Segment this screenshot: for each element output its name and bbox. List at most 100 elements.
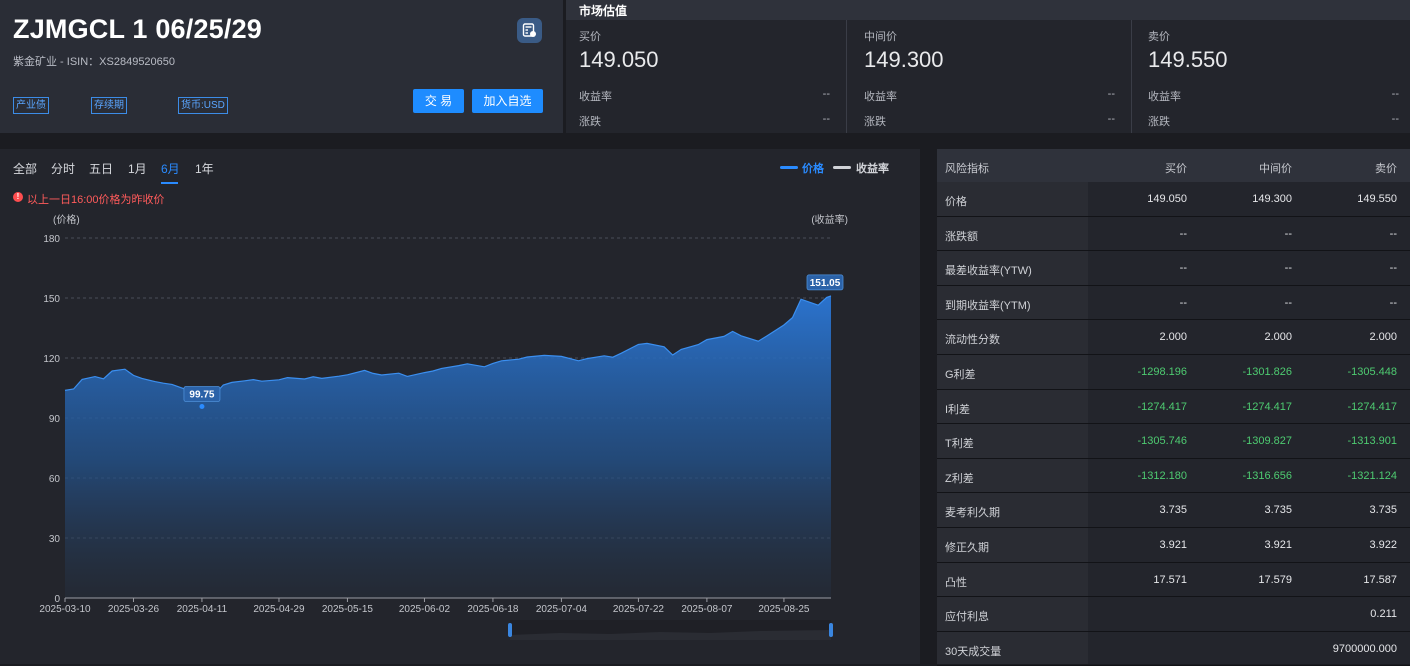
x-tick-label: 2025-06-18 bbox=[467, 604, 519, 615]
risk-ask-value: 9700000.000 bbox=[1332, 642, 1397, 655]
y-tick-label: 60 bbox=[49, 474, 61, 485]
market-valuation-title: 市场估值 bbox=[579, 4, 628, 18]
ask-change-value: -- bbox=[1391, 113, 1399, 125]
ask-price: 149.550 bbox=[1148, 47, 1228, 72]
risk-ask-value: 3.922 bbox=[1369, 539, 1397, 551]
mid-yield-label: 收益率 bbox=[864, 91, 897, 103]
bond-title: ZJMGCL 1 06/25/29 bbox=[13, 14, 263, 44]
ask-yield-value: -- bbox=[1391, 88, 1399, 100]
price-area bbox=[65, 295, 831, 598]
x-tick-label: 2025-04-29 bbox=[253, 604, 305, 615]
add-watchlist-button[interactable]: 加入自选 bbox=[472, 89, 543, 113]
risk-ask-value: -- bbox=[1389, 227, 1397, 240]
price-chart: (价格) (收益率) 0306090120150180 2025-03-10 20… bbox=[39, 213, 848, 640]
y-tick-label: 120 bbox=[43, 354, 60, 365]
ask-change-label: 涨跌 bbox=[1148, 116, 1170, 128]
risk-bid-value: -1274.417 bbox=[1137, 400, 1187, 413]
bid-yield-label: 收益率 bbox=[579, 91, 612, 103]
y-tick-label: 180 bbox=[43, 234, 60, 245]
risk-ask-value: -- bbox=[1389, 262, 1397, 275]
risk-bid-value: -1312.180 bbox=[1137, 469, 1187, 482]
tag-industry-bond[interactable]: 产业债 bbox=[13, 97, 49, 114]
legend-yield[interactable]: 收益率 bbox=[856, 160, 889, 176]
ask-yield-label: 收益率 bbox=[1148, 91, 1181, 103]
tab-6m[interactable]: 6月 bbox=[161, 160, 180, 177]
risk-ask-value: -- bbox=[1389, 296, 1397, 309]
bid-price: 149.050 bbox=[579, 47, 659, 72]
risk-ask-value: -1321.124 bbox=[1347, 469, 1397, 482]
tab-all[interactable]: 全部 bbox=[13, 160, 37, 177]
tab-1y[interactable]: 1年 bbox=[195, 160, 214, 177]
risk-ask-value: -1313.901 bbox=[1347, 435, 1397, 448]
market-valuation-header bbox=[566, 0, 1410, 20]
risk-mid-value: 3.921 bbox=[1264, 539, 1292, 551]
risk-header-mid: 中间价 bbox=[1259, 163, 1292, 175]
risk-ask-value: -1274.417 bbox=[1347, 400, 1397, 413]
legend-price[interactable]: 价格 bbox=[802, 160, 824, 176]
bid-label: 买价 bbox=[579, 31, 601, 43]
risk-mid-value: 149.300 bbox=[1252, 193, 1292, 205]
risk-row-label: 麦考利久期 bbox=[945, 507, 1000, 520]
risk-row-label: 价格 bbox=[945, 196, 967, 208]
risk-ask-value: -1305.448 bbox=[1347, 366, 1397, 378]
zoom-handle-left[interactable] bbox=[508, 623, 512, 637]
mid-column: 中间价 149.300 收益率 -- 涨跌 -- bbox=[851, 20, 1134, 133]
risk-bid-value: 2.000 bbox=[1159, 331, 1187, 344]
y-axis-left-label: (价格) bbox=[53, 213, 80, 226]
mid-label: 中间价 bbox=[864, 31, 897, 43]
risk-ask-value: 3.735 bbox=[1369, 504, 1397, 517]
tag-currency[interactable]: 货币:USD bbox=[178, 97, 228, 114]
risk-row-label: 凸性 bbox=[945, 576, 967, 589]
risk-row-label: 应付利息 bbox=[945, 611, 989, 624]
bid-column: 买价 149.050 收益率 -- 涨跌 -- bbox=[566, 20, 849, 133]
risk-mid-value: -1301.826 bbox=[1242, 366, 1292, 378]
active-tab-indicator bbox=[161, 182, 178, 184]
bond-subtitle: 紫金矿业 - ISIN：XS2849520650 bbox=[13, 56, 176, 68]
trade-button[interactable]: 交 易 bbox=[413, 89, 464, 113]
ask-label: 卖价 bbox=[1148, 31, 1170, 43]
y-tick-label: 30 bbox=[49, 534, 61, 545]
value-label: 99.75 bbox=[189, 390, 214, 401]
risk-header-indicator: 风险指标 bbox=[945, 163, 989, 175]
risk-bid-value: -1305.746 bbox=[1137, 435, 1187, 448]
risk-mid-value: 17.579 bbox=[1258, 573, 1292, 586]
risk-row-label: T利差 bbox=[945, 438, 974, 451]
risk-row-label: 涨跌额 bbox=[945, 230, 978, 243]
tab-1m[interactable]: 1月 bbox=[128, 160, 147, 177]
risk-row-label: Z利差 bbox=[945, 472, 974, 485]
risk-mid-value: -- bbox=[1284, 227, 1292, 240]
risk-header-bid: 买价 bbox=[1165, 163, 1187, 175]
legend-price-swatch bbox=[780, 166, 798, 169]
risk-header-ask: 卖价 bbox=[1375, 163, 1397, 175]
risk-mid-value: -- bbox=[1284, 296, 1292, 309]
x-tick-label: 2025-08-25 bbox=[758, 604, 810, 615]
risk-bid-value: -- bbox=[1179, 296, 1187, 309]
x-tick-label: 2025-04-11 bbox=[177, 604, 228, 615]
y-tick-label: 90 bbox=[49, 414, 61, 425]
tag-duration[interactable]: 存续期 bbox=[91, 97, 127, 114]
mid-change-label: 涨跌 bbox=[864, 116, 886, 128]
risk-bid-value: -- bbox=[1179, 262, 1187, 275]
risk-bid-value: 17.571 bbox=[1153, 573, 1187, 586]
x-tick-label: 2025-05-15 bbox=[322, 604, 374, 615]
bid-change-value: -- bbox=[822, 113, 830, 125]
risk-mid-value: -- bbox=[1284, 262, 1292, 275]
y-axis-right-label: (收益率) bbox=[811, 213, 848, 226]
mid-yield-value: -- bbox=[1107, 88, 1115, 100]
x-tick-label: 2025-07-22 bbox=[613, 604, 665, 615]
risk-bid-value: -1298.196 bbox=[1137, 366, 1187, 378]
ask-column: 卖价 149.550 收益率 -- 涨跌 -- bbox=[1135, 20, 1410, 133]
mid-price: 149.300 bbox=[864, 47, 944, 72]
zoom-handle-right[interactable] bbox=[829, 623, 833, 637]
calculator-button[interactable] bbox=[517, 18, 542, 43]
tab-intraday[interactable]: 分时 bbox=[51, 160, 75, 177]
x-tick-label: 2025-03-10 bbox=[39, 604, 91, 615]
x-tick-label: 2025-06-02 bbox=[399, 604, 451, 615]
risk-row-label: 30天成交量 bbox=[945, 645, 1002, 658]
risk-mid-value: -1309.827 bbox=[1242, 435, 1292, 448]
risk-row-label: G利差 bbox=[945, 369, 976, 381]
risk-ask-value: 0.211 bbox=[1370, 608, 1397, 621]
risk-row-label: 修正久期 bbox=[945, 542, 989, 554]
tab-5d[interactable]: 五日 bbox=[89, 160, 113, 177]
x-tick-label: 2025-08-07 bbox=[681, 604, 733, 615]
